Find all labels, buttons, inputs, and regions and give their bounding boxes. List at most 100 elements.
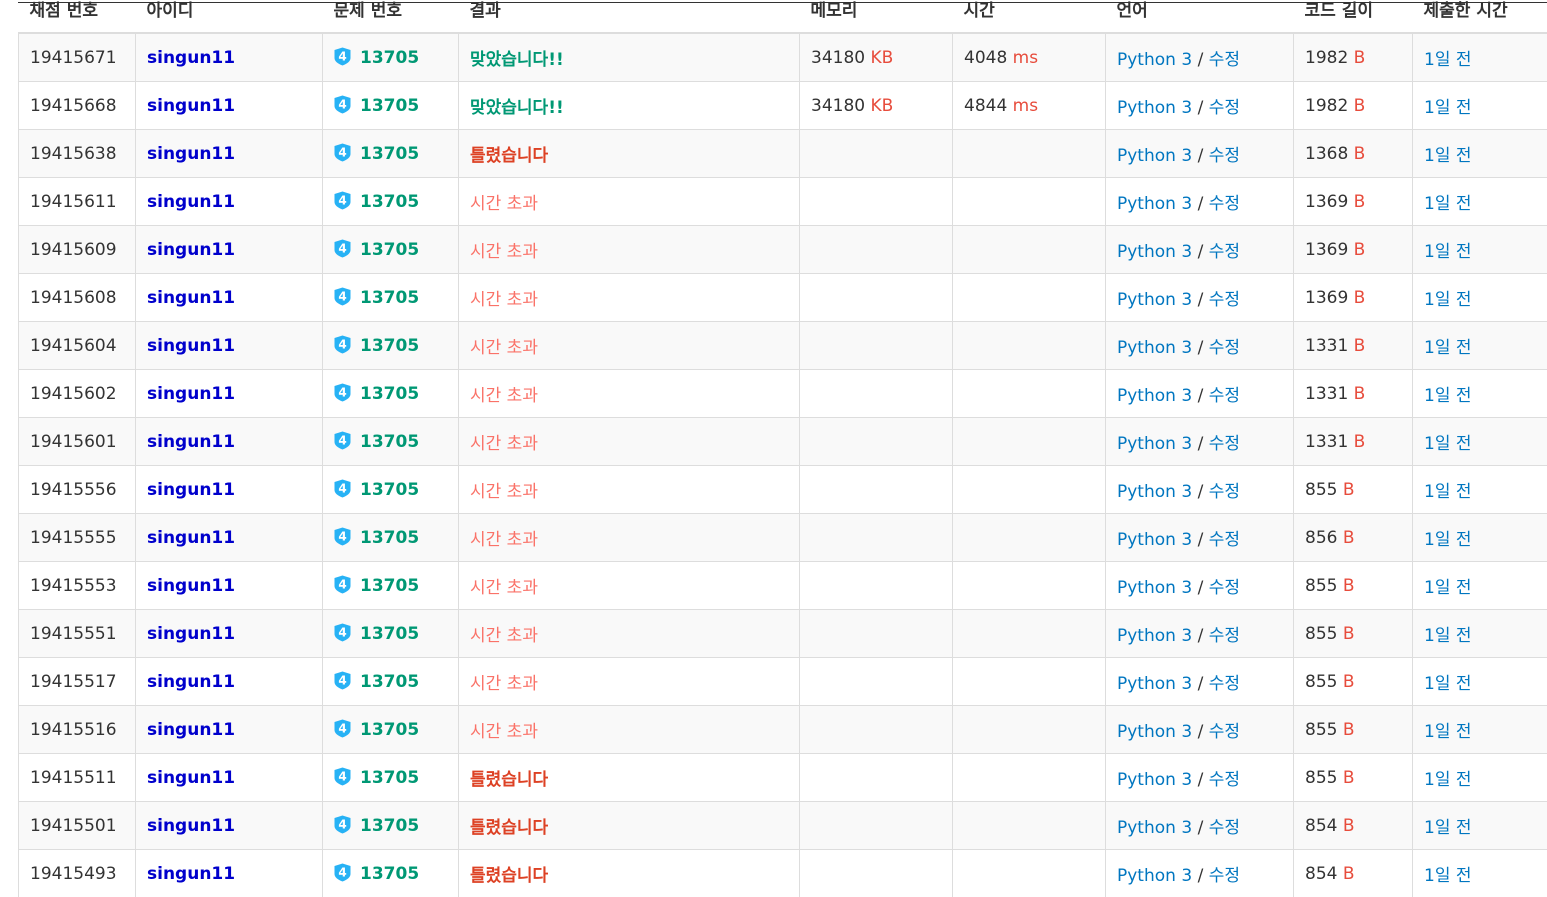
language-link[interactable]: Python 3 — [1117, 50, 1192, 70]
submitted-time-link[interactable]: 1일 전 — [1424, 242, 1472, 262]
problem-link[interactable]: 13705 — [360, 192, 419, 212]
user-link[interactable]: singun11 — [147, 144, 235, 164]
edit-link[interactable]: 수정 — [1209, 386, 1240, 406]
submitted-time-link[interactable]: 1일 전 — [1424, 98, 1472, 118]
header-submission-id[interactable]: 채점 번호 — [19, 0, 136, 33]
user-link[interactable]: singun11 — [147, 864, 235, 884]
language-link[interactable]: Python 3 — [1117, 386, 1192, 406]
user-link[interactable]: singun11 — [147, 480, 235, 500]
problem-link[interactable]: 13705 — [360, 768, 419, 788]
user-link[interactable]: singun11 — [147, 768, 235, 788]
edit-link[interactable]: 수정 — [1209, 482, 1240, 502]
edit-link[interactable]: 수정 — [1209, 146, 1240, 166]
user-link[interactable]: singun11 — [147, 48, 235, 68]
language-link[interactable]: Python 3 — [1117, 482, 1192, 502]
edit-link[interactable]: 수정 — [1209, 50, 1240, 70]
edit-link[interactable]: 수정 — [1209, 818, 1240, 838]
problem-link[interactable]: 13705 — [360, 624, 419, 644]
header-user-id[interactable]: 아이디 — [136, 0, 323, 33]
problem-link[interactable]: 13705 — [360, 336, 419, 356]
language-link[interactable]: Python 3 — [1117, 242, 1192, 262]
language-link[interactable]: Python 3 — [1117, 98, 1192, 118]
edit-link[interactable]: 수정 — [1209, 722, 1240, 742]
problem-link[interactable]: 13705 — [360, 672, 419, 692]
language-link[interactable]: Python 3 — [1117, 290, 1192, 310]
problem-link[interactable]: 13705 — [360, 432, 419, 452]
header-submitted-time[interactable]: 제출한 시간 — [1413, 0, 1547, 33]
problem-link[interactable]: 13705 — [360, 816, 419, 836]
user-link[interactable]: singun11 — [147, 528, 235, 548]
header-code-length[interactable]: 코드 길이 — [1294, 0, 1413, 33]
language-link[interactable]: Python 3 — [1117, 818, 1192, 838]
problem-link[interactable]: 13705 — [360, 96, 419, 116]
problem-link[interactable]: 13705 — [360, 480, 419, 500]
submitted-time-link[interactable]: 1일 전 — [1424, 482, 1472, 502]
submitted-time-link[interactable]: 1일 전 — [1424, 578, 1472, 598]
language-link[interactable]: Python 3 — [1117, 674, 1192, 694]
user-link[interactable]: singun11 — [147, 336, 235, 356]
edit-link[interactable]: 수정 — [1209, 626, 1240, 646]
edit-link[interactable]: 수정 — [1209, 674, 1240, 694]
edit-link[interactable]: 수정 — [1209, 242, 1240, 262]
problem-link[interactable]: 13705 — [360, 240, 419, 260]
edit-link[interactable]: 수정 — [1209, 98, 1240, 118]
submitted-time-link[interactable]: 1일 전 — [1424, 530, 1472, 550]
problem-link[interactable]: 13705 — [360, 576, 419, 596]
user-link[interactable]: singun11 — [147, 624, 235, 644]
edit-link[interactable]: 수정 — [1209, 530, 1240, 550]
tier-badge-label: 4 — [338, 866, 346, 880]
user-link[interactable]: singun11 — [147, 672, 235, 692]
header-memory[interactable]: 메모리 — [800, 0, 953, 33]
edit-link[interactable]: 수정 — [1209, 866, 1240, 886]
problem-link[interactable]: 13705 — [360, 48, 419, 68]
user-link[interactable]: singun11 — [147, 192, 235, 212]
user-link[interactable]: singun11 — [147, 288, 235, 308]
language-link[interactable]: Python 3 — [1117, 338, 1192, 358]
language-link[interactable]: Python 3 — [1117, 866, 1192, 886]
edit-link[interactable]: 수정 — [1209, 194, 1240, 214]
header-result[interactable]: 결과 — [459, 0, 800, 33]
edit-link[interactable]: 수정 — [1209, 434, 1240, 454]
submitted-time-link[interactable]: 1일 전 — [1424, 626, 1472, 646]
user-link[interactable]: singun11 — [147, 816, 235, 836]
problem-link[interactable]: 13705 — [360, 864, 419, 884]
problem-link[interactable]: 13705 — [360, 528, 419, 548]
submitted-time-link[interactable]: 1일 전 — [1424, 674, 1472, 694]
submitted-time-link[interactable]: 1일 전 — [1424, 770, 1472, 790]
header-language[interactable]: 언어 — [1106, 0, 1294, 33]
submitted-time-link[interactable]: 1일 전 — [1424, 722, 1472, 742]
submitted-time-link[interactable]: 1일 전 — [1424, 194, 1472, 214]
submitted-time-link[interactable]: 1일 전 — [1424, 290, 1472, 310]
problem-link[interactable]: 13705 — [360, 144, 419, 164]
problem-link[interactable]: 13705 — [360, 720, 419, 740]
problem-link[interactable]: 13705 — [360, 384, 419, 404]
user-link[interactable]: singun11 — [147, 96, 235, 116]
problem-link[interactable]: 13705 — [360, 288, 419, 308]
header-problem-id[interactable]: 문제 번호 — [323, 0, 459, 33]
language-link[interactable]: Python 3 — [1117, 626, 1192, 646]
submitted-time-link[interactable]: 1일 전 — [1424, 866, 1472, 886]
language-link[interactable]: Python 3 — [1117, 194, 1192, 214]
edit-link[interactable]: 수정 — [1209, 338, 1240, 358]
language-link[interactable]: Python 3 — [1117, 434, 1192, 454]
edit-link[interactable]: 수정 — [1209, 578, 1240, 598]
edit-link[interactable]: 수정 — [1209, 770, 1240, 790]
submitted-time-link[interactable]: 1일 전 — [1424, 818, 1472, 838]
submitted-time-link[interactable]: 1일 전 — [1424, 338, 1472, 358]
submitted-time-link[interactable]: 1일 전 — [1424, 146, 1472, 166]
submitted-time-link[interactable]: 1일 전 — [1424, 434, 1472, 454]
submitted-time-link[interactable]: 1일 전 — [1424, 386, 1472, 406]
language-link[interactable]: Python 3 — [1117, 770, 1192, 790]
language-link[interactable]: Python 3 — [1117, 530, 1192, 550]
user-link[interactable]: singun11 — [147, 720, 235, 740]
header-time[interactable]: 시간 — [953, 0, 1106, 33]
user-link[interactable]: singun11 — [147, 432, 235, 452]
language-link[interactable]: Python 3 — [1117, 722, 1192, 742]
language-link[interactable]: Python 3 — [1117, 578, 1192, 598]
user-link[interactable]: singun11 — [147, 240, 235, 260]
language-link[interactable]: Python 3 — [1117, 146, 1192, 166]
user-link[interactable]: singun11 — [147, 576, 235, 596]
user-link[interactable]: singun11 — [147, 384, 235, 404]
submitted-time-link[interactable]: 1일 전 — [1424, 50, 1472, 70]
edit-link[interactable]: 수정 — [1209, 290, 1240, 310]
